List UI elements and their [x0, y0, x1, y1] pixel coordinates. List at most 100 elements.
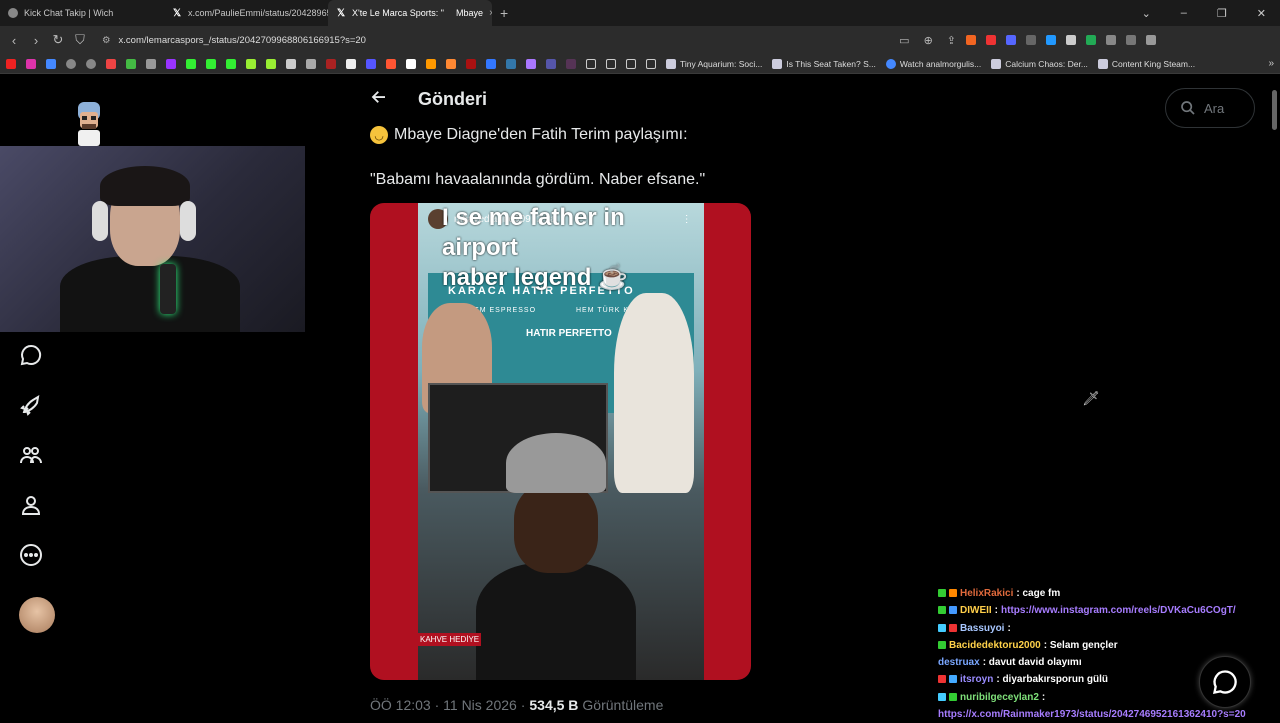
- folder-icon[interactable]: [586, 58, 596, 69]
- bookmark-icon[interactable]: [146, 58, 156, 69]
- chat-message: DIWEII: https://www.instagram.com/reels/D…: [938, 602, 1258, 619]
- bookmark-icon[interactable]: [366, 58, 376, 69]
- kick-icon[interactable]: [226, 58, 236, 69]
- selfie-person: [476, 433, 636, 680]
- zoom-icon[interactable]: ⊕: [924, 34, 933, 47]
- url-text[interactable]: x.com/lemarcaspors_/status/2042709968806…: [119, 35, 366, 46]
- x-logo-icon: 𝕏: [172, 7, 182, 19]
- search-input[interactable]: Ara: [1165, 88, 1255, 128]
- folder-icon[interactable]: [606, 58, 616, 69]
- more-bookmarks-icon[interactable]: »: [1268, 58, 1274, 69]
- extension-icon[interactable]: [1026, 35, 1036, 45]
- bookmark-item[interactable]: Calcium Chaos: Der...: [991, 58, 1088, 69]
- page-title: Gönderi: [418, 89, 488, 109]
- bookmark-item[interactable]: Content King Steam...: [1097, 58, 1196, 69]
- site-settings-icon[interactable]: ⚙: [102, 35, 111, 46]
- bookmark-icon[interactable]: [506, 58, 516, 69]
- bookmark-icon[interactable]: [546, 58, 556, 69]
- browser-tab[interactable]: 𝕏 x.com/PaulieEmmi/status/20428965: [164, 0, 328, 26]
- kick-icon[interactable]: [206, 58, 216, 69]
- new-message-button[interactable]: [1199, 656, 1251, 708]
- chat-username: Bacidedektoru2000: [949, 639, 1041, 651]
- bookmark-item[interactable]: Watch analmorgulis...: [885, 58, 981, 69]
- bookmark-icon[interactable]: [266, 58, 276, 69]
- bookmark-icon[interactable]: [486, 58, 496, 69]
- bookmark-icon[interactable]: [306, 58, 316, 69]
- youtube-icon[interactable]: [6, 58, 16, 69]
- bookmark-icon[interactable]: ⛉: [74, 32, 86, 48]
- bookmark-icon[interactable]: [466, 58, 476, 69]
- amazon-icon[interactable]: [426, 58, 436, 69]
- minimize-button[interactable]: –: [1181, 7, 1187, 19]
- sidebar-icon[interactable]: [1126, 35, 1136, 45]
- chat-text: :: [1041, 691, 1046, 703]
- drive-icon[interactable]: [126, 58, 136, 69]
- browser-tab-active[interactable]: 𝕏 X'te Le Marca Sports: " Mbaye ×: [328, 0, 492, 26]
- new-tab-button[interactable]: +: [500, 5, 508, 21]
- post-header: Gönderi: [370, 88, 487, 111]
- back-arrow-icon[interactable]: ‹: [8, 33, 20, 48]
- kick-icon[interactable]: [186, 58, 196, 69]
- reload-icon[interactable]: ↻: [52, 32, 64, 48]
- bookmark-icon[interactable]: [446, 58, 456, 69]
- profile-icon[interactable]: [18, 492, 44, 518]
- account-avatar[interactable]: [19, 597, 55, 633]
- chat-message: Bassuyoi:: [938, 620, 1258, 637]
- messages-icon[interactable]: [18, 342, 44, 368]
- steam-icon: [772, 58, 783, 69]
- rocket-icon[interactable]: [18, 392, 44, 418]
- extension-icon[interactable]: [1086, 35, 1096, 45]
- more-icon[interactable]: [18, 542, 44, 568]
- x-logo-icon[interactable]: [346, 58, 356, 69]
- microphone-icon: [160, 264, 176, 314]
- cast-icon[interactable]: ▭: [899, 34, 909, 47]
- browser-tab[interactable]: Kick Chat Takip | Wich: [0, 0, 164, 26]
- extension-icon[interactable]: [986, 35, 996, 45]
- chat-message: Bacidedektoru2000: Selam gençler: [938, 637, 1258, 654]
- extension-icon[interactable]: [1046, 35, 1056, 45]
- globe-icon[interactable]: [66, 58, 76, 69]
- maximize-button[interactable]: ❐: [1217, 7, 1227, 20]
- folder-icon[interactable]: [646, 58, 656, 69]
- share-icon[interactable]: ⇪: [947, 34, 956, 47]
- bookmark-label: Is This Seat Taken? S...: [786, 58, 876, 69]
- chat-link[interactable]: https://www.instagram.com/reels/DVKaCu6C…: [1001, 602, 1236, 619]
- bookmark-icon[interactable]: [566, 58, 576, 69]
- folder-icon[interactable]: [626, 58, 636, 69]
- brave-shield-icon[interactable]: [966, 35, 976, 45]
- bookmark-icon[interactable]: [46, 58, 56, 69]
- bookmark-icon[interactable]: [326, 58, 336, 69]
- communities-icon[interactable]: [18, 442, 44, 468]
- chat-username: HelixRakici: [960, 588, 1014, 599]
- extension-icon[interactable]: [1006, 35, 1016, 45]
- tab-close-button[interactable]: ×: [489, 8, 492, 19]
- puzzle-icon[interactable]: [1106, 35, 1116, 45]
- close-window-button[interactable]: ✕: [1257, 7, 1266, 20]
- bookmark-item[interactable]: Is This Seat Taken? S...: [772, 58, 876, 69]
- chat-link[interactable]: https://x.com/Rainmaker1973/status/20427…: [938, 706, 1246, 723]
- bookmark-icon[interactable]: [406, 58, 416, 69]
- chat-badge-icon: [949, 589, 957, 597]
- back-arrow-icon[interactable]: [370, 88, 388, 111]
- forward-arrow-icon[interactable]: ›: [30, 33, 42, 48]
- steam-icon: [666, 58, 676, 69]
- instagram-icon[interactable]: [26, 58, 36, 69]
- sign-text: KAHVE HEDİYE: [418, 633, 482, 646]
- extension-icon[interactable]: [1066, 35, 1076, 45]
- bookmark-icon[interactable]: [246, 58, 256, 69]
- address-bar[interactable]: ⚙ x.com/lemarcaspors_/status/20427099688…: [96, 29, 956, 51]
- reddit-icon[interactable]: [386, 58, 396, 69]
- menu-icon[interactable]: [1146, 35, 1156, 45]
- bookmark-item[interactable]: Tiny Aquarium: Soci...: [666, 58, 762, 69]
- scrollbar[interactable]: [1272, 90, 1277, 130]
- tweet-text-line: ◡ Mbaye Diagne'den Fatih Terim paylaşımı…: [370, 126, 688, 144]
- person-body: [476, 563, 636, 680]
- globe-icon[interactable]: [86, 58, 96, 69]
- anchor-icon[interactable]: [286, 58, 296, 69]
- tweet-media[interactable]: KARACA HATIR PERFETTO HEM ESPRESSO HEM T…: [370, 203, 751, 680]
- bookmark-label: Content King Steam...: [1111, 58, 1196, 69]
- twitch-icon[interactable]: [166, 58, 176, 69]
- bookmark-icon[interactable]: [526, 58, 536, 69]
- tab-search-button[interactable]: ⌄: [1142, 7, 1151, 20]
- gmail-icon[interactable]: [106, 58, 116, 69]
